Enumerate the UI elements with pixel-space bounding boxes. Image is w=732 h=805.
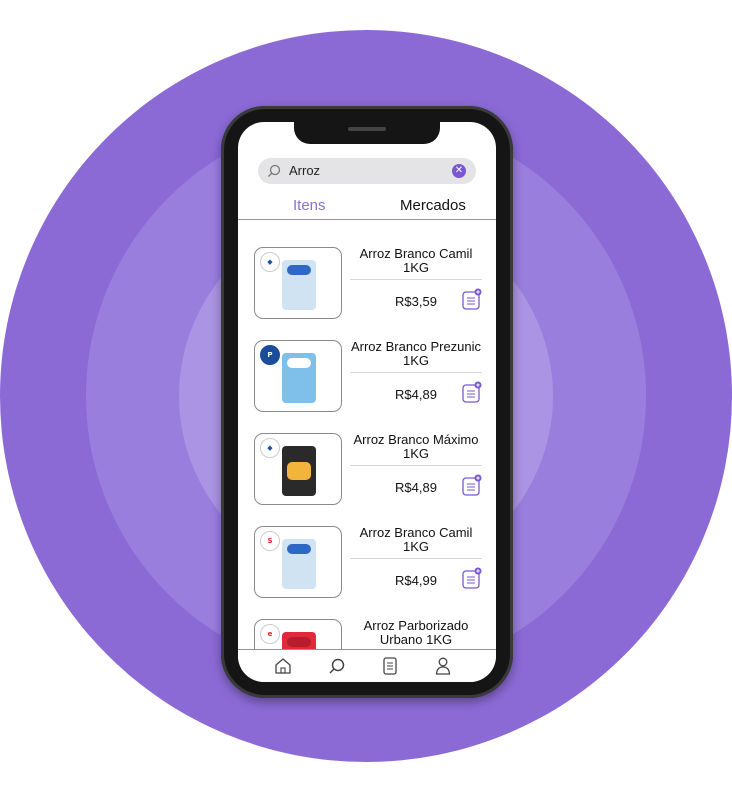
list-item[interactable]: P Arroz Branco Prezunic 1KG R$4,89	[238, 314, 496, 412]
tab-itens[interactable]: Itens	[293, 197, 326, 214]
search-icon	[268, 164, 281, 177]
product-image: P	[254, 340, 342, 412]
rice-bag-image	[282, 539, 316, 589]
home-icon[interactable]	[274, 656, 292, 676]
shopping-list-icon[interactable]	[381, 656, 399, 676]
rice-bag-image	[282, 632, 316, 649]
divider	[350, 558, 482, 559]
product-name: Arroz Branco Prezunic 1KG	[350, 339, 482, 368]
phone-notch	[294, 122, 440, 144]
extra-logo: e	[260, 624, 280, 644]
product-price: R$4,89	[395, 387, 437, 402]
rice-bag-image	[282, 353, 316, 403]
product-image: ◆	[254, 433, 342, 505]
profile-icon[interactable]	[434, 656, 452, 676]
phone-speaker	[348, 127, 386, 131]
tab-bar: Itens Mercados	[238, 194, 496, 220]
prezunic-logo: P	[260, 345, 280, 365]
product-name: Arroz Branco Máximo 1KG	[353, 432, 479, 461]
add-to-list-icon[interactable]	[462, 567, 482, 589]
product-name: Arroz Branco Camil 1KG	[359, 246, 473, 275]
product-name: Arroz Parborizado Urbano 1KG	[363, 618, 469, 647]
product-image: S	[254, 526, 342, 598]
product-image: ◆	[254, 247, 342, 319]
product-name: Arroz Branco Camil 1KG	[359, 525, 473, 554]
clear-search-button[interactable]: ✕	[452, 164, 466, 178]
carrefour-logo: ◆	[260, 438, 280, 458]
divider	[350, 279, 482, 280]
carrefour-logo: ◆	[260, 252, 280, 272]
add-to-list-icon[interactable]	[462, 288, 482, 310]
divider	[350, 372, 482, 373]
rice-bag-image	[282, 260, 316, 310]
product-price: R$3,59	[395, 294, 437, 309]
product-price: R$4,89	[395, 480, 437, 495]
divider	[350, 465, 482, 466]
product-price: R$4,99	[395, 573, 437, 588]
rice-bag-image	[282, 446, 316, 496]
list-item[interactable]: e Arroz Parborizado Urbano 1KG	[238, 593, 496, 649]
list-item[interactable]: S Arroz Branco Camil 1KG R$4,99	[238, 500, 496, 598]
list-item[interactable]: ◆ Arroz Branco Camil 1KG R$3,59	[238, 221, 496, 319]
search-input[interactable]: Arroz	[289, 163, 320, 178]
phone-screen: Arroz ✕ Itens Mercados ◆ Arroz Branco Ca…	[238, 122, 496, 682]
search-icon[interactable]	[328, 656, 346, 676]
super-mais-logo: S	[260, 531, 280, 551]
tab-mercados[interactable]: Mercados	[400, 197, 466, 214]
product-image: e	[254, 619, 342, 649]
add-to-list-icon[interactable]	[462, 474, 482, 496]
list-item[interactable]: ◆ Arroz Branco Máximo 1KG R$4,89	[238, 407, 496, 505]
bottom-nav	[238, 649, 496, 682]
search-bar[interactable]: Arroz ✕	[258, 158, 476, 184]
add-to-list-icon[interactable]	[462, 381, 482, 403]
product-list: ◆ Arroz Branco Camil 1KG R$3,59 P Arroz …	[238, 221, 496, 649]
